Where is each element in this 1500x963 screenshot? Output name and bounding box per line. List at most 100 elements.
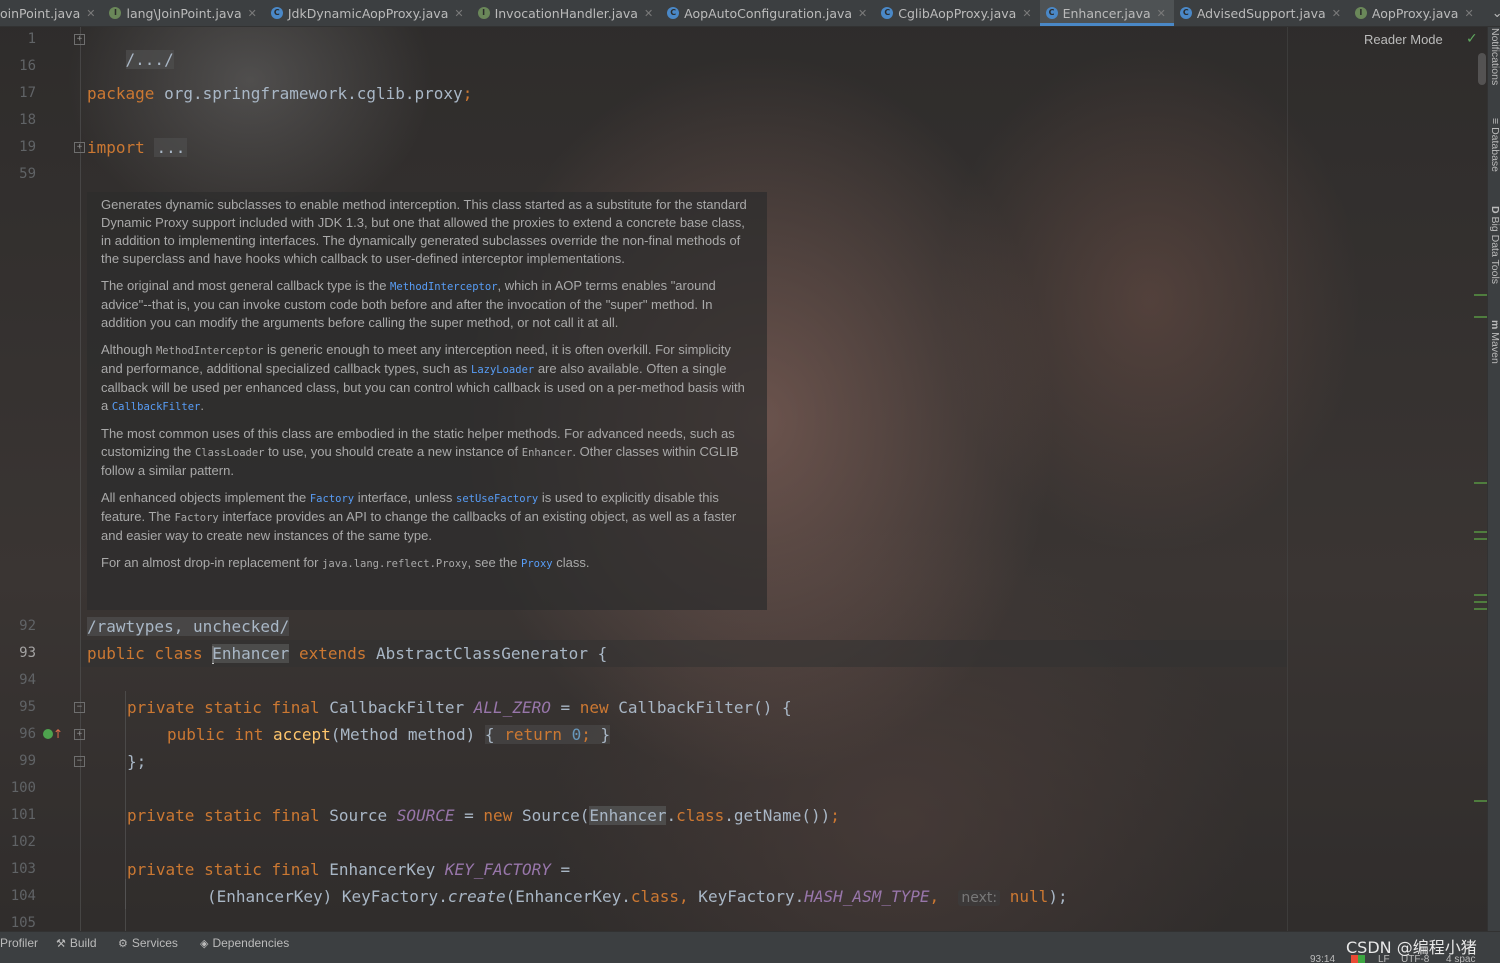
close-icon[interactable]: ✕ (1332, 7, 1341, 20)
tab-label: AdvisedSupport.java (1196, 5, 1326, 21)
type-name: Source (319, 806, 397, 825)
maven-icon: m (1489, 320, 1500, 330)
doc-text: Generates dynamic subclasses to enable m… (101, 197, 747, 266)
doc-link-lazyloader[interactable]: LazyLoader (471, 364, 534, 376)
chevron-down-icon[interactable]: ⌄ (1482, 0, 1500, 26)
package-name: org.springframework.cglib.proxy (154, 84, 463, 103)
doc-link-factory[interactable]: Factory (310, 493, 354, 505)
close-icon[interactable]: ✕ (86, 7, 95, 20)
doc-link-setusefactory[interactable]: setUseFactory (456, 493, 538, 505)
close-icon[interactable]: ✕ (248, 7, 257, 20)
close-icon[interactable]: ✕ (454, 7, 463, 20)
code-line-17[interactable]: package org.springframework.cglib.proxy; (87, 84, 472, 104)
code-line-96[interactable]: public int accept(Method method) { retur… (167, 725, 611, 745)
fold-expand-icon[interactable]: + (74, 142, 85, 153)
tab-label: CglibAopProxy.java (898, 5, 1017, 21)
line-number: 103 (10, 861, 36, 877)
code-line-95[interactable]: private static final CallbackFilter ALL_… (127, 698, 792, 718)
tab-enhancer[interactable]: C Enhancer.java ✕ (1039, 0, 1175, 26)
line-number: 105 (10, 915, 36, 931)
change-marker[interactable] (1474, 531, 1488, 533)
change-marker[interactable] (1474, 601, 1488, 603)
close-icon[interactable]: ✕ (1157, 7, 1166, 20)
tool-maven[interactable]: m Maven (1488, 320, 1500, 364)
argument: KeyFactory. (688, 887, 805, 906)
tool-build[interactable]: ⚒ Build (56, 936, 97, 950)
doc-text: For an almost drop-in replacement for (101, 555, 323, 570)
folded-header-comment[interactable]: /.../ (125, 50, 174, 69)
line-number: 16 (19, 58, 36, 74)
doc-code: MethodInterceptor (155, 345, 264, 357)
tab-lang-joinpoint[interactable]: I lang\JoinPoint.java ✕ (103, 0, 264, 26)
doc-link-proxy[interactable]: Proxy (521, 558, 553, 570)
static-field: KEY_FACTORY (444, 860, 551, 879)
close-icon[interactable]: ✕ (858, 7, 867, 20)
scrollbar-thumb[interactable] (1478, 53, 1486, 85)
tool-big-data-tools[interactable]: D Big Data Tools (1488, 206, 1500, 284)
code-line-104[interactable]: (EnhancerKey) KeyFactory.create(Enhancer… (207, 887, 1068, 907)
tab-aopproxy[interactable]: I AopProxy.java ✕ (1349, 0, 1482, 26)
semicolon: ; (581, 725, 591, 744)
doc-code: ClassLoader (194, 447, 265, 459)
reader-mode-toggle[interactable]: Reader Mode (1364, 32, 1443, 47)
tool-profiler[interactable]: Profiler (0, 936, 38, 950)
change-marker[interactable] (1474, 608, 1488, 610)
code-line-93[interactable]: public class Enhancer extends AbstractCl… (87, 644, 607, 664)
change-marker[interactable] (1474, 294, 1488, 296)
tab-aopautoconfiguration[interactable]: C AopAutoConfiguration.java ✕ (661, 0, 875, 26)
tool-dependencies[interactable]: ◈ Dependencies (200, 936, 289, 950)
tool-services[interactable]: ⚙ Services (118, 936, 178, 950)
close-icon[interactable]: ✕ (644, 7, 653, 20)
tab-label: lang\JoinPoint.java (126, 5, 242, 21)
code-line-101[interactable]: private static final Source SOURCE = new… (127, 806, 840, 826)
class-icon: C (1045, 7, 1058, 19)
tool-label: Notifications (1489, 28, 1500, 86)
change-marker[interactable] (1474, 800, 1488, 802)
class-reference[interactable]: Enhancer (589, 806, 667, 825)
change-marker[interactable] (1474, 538, 1488, 540)
editor-right-margin: Reader Mode ✓ (1287, 26, 1488, 931)
implements-method-icon[interactable] (43, 729, 53, 739)
rendered-javadoc[interactable]: Generates dynamic subclasses to enable m… (87, 192, 767, 610)
fold-collapse-icon[interactable]: − (74, 702, 85, 713)
tab-jdkdynamicaopproxy[interactable]: C JdkDynamicAopProxy.java ✕ (265, 0, 472, 26)
close-icon[interactable]: ✕ (1464, 7, 1473, 20)
doc-text: . (200, 398, 204, 413)
doc-link-callbackfilter[interactable]: CallbackFilter (112, 401, 201, 413)
folded-imports[interactable]: ... (154, 138, 188, 157)
keyword: class (154, 644, 203, 663)
fold-end-icon[interactable]: − (74, 756, 85, 767)
change-marker[interactable] (1474, 594, 1488, 596)
fold-expand-icon[interactable]: + (74, 729, 85, 740)
tab-joinpoint[interactable]: oinPoint.java ✕ (0, 0, 103, 26)
change-marker[interactable] (1474, 482, 1488, 484)
code-line-1[interactable]: /.../ (87, 30, 174, 69)
doc-paragraph: The original and most general callback t… (101, 277, 753, 332)
doc-link-methodinterceptor[interactable]: MethodInterceptor (390, 281, 497, 293)
close-icon[interactable]: ✕ (1022, 7, 1031, 20)
class-name[interactable]: Enhancer (212, 644, 290, 663)
keyword: package (87, 84, 155, 103)
line-number: 104 (10, 888, 36, 904)
suppress-warnings-annotation[interactable]: /rawtypes, unchecked/ (87, 617, 290, 636)
tool-notifications[interactable]: Notifications (1488, 28, 1500, 85)
tab-advisedsupport[interactable]: C AdvisedSupport.java ✕ (1174, 0, 1349, 26)
line-number-gutter[interactable]: 1 + 16 17 18 19 + 59 92 93 94 95 − 96 ↑ … (0, 26, 85, 931)
tab-cglibaopproxy[interactable]: C CglibAopProxy.java ✕ (875, 0, 1039, 26)
folded-method-body[interactable]: { return 0; } (484, 725, 611, 744)
doc-text: Although (101, 342, 156, 357)
line-number: 19 (19, 139, 36, 155)
caret-position[interactable]: 93:14 (1310, 954, 1335, 963)
code-line-92[interactable]: /rawtypes, unchecked/ (87, 617, 290, 637)
change-marker[interactable] (1474, 316, 1488, 318)
tool-database[interactable]: ≡ Database (1488, 118, 1500, 172)
code-line-103[interactable]: private static final EnhancerKey KEY_FAC… (127, 860, 570, 880)
fold-expand-icon[interactable]: + (74, 34, 85, 45)
tab-invocationhandler[interactable]: I InvocationHandler.java ✕ (472, 0, 662, 26)
code-line-19[interactable]: import ... (87, 138, 188, 158)
code-line-99[interactable]: }; (127, 752, 146, 772)
tool-label: Dependencies (212, 936, 290, 950)
bottom-tool-bar: Profiler ⚒ Build ⚙ Services ◈ Dependencies (0, 931, 1500, 954)
checkmark-icon[interactable]: ✓ (1466, 31, 1478, 47)
doc-paragraph: The most common uses of this class are e… (101, 425, 753, 480)
